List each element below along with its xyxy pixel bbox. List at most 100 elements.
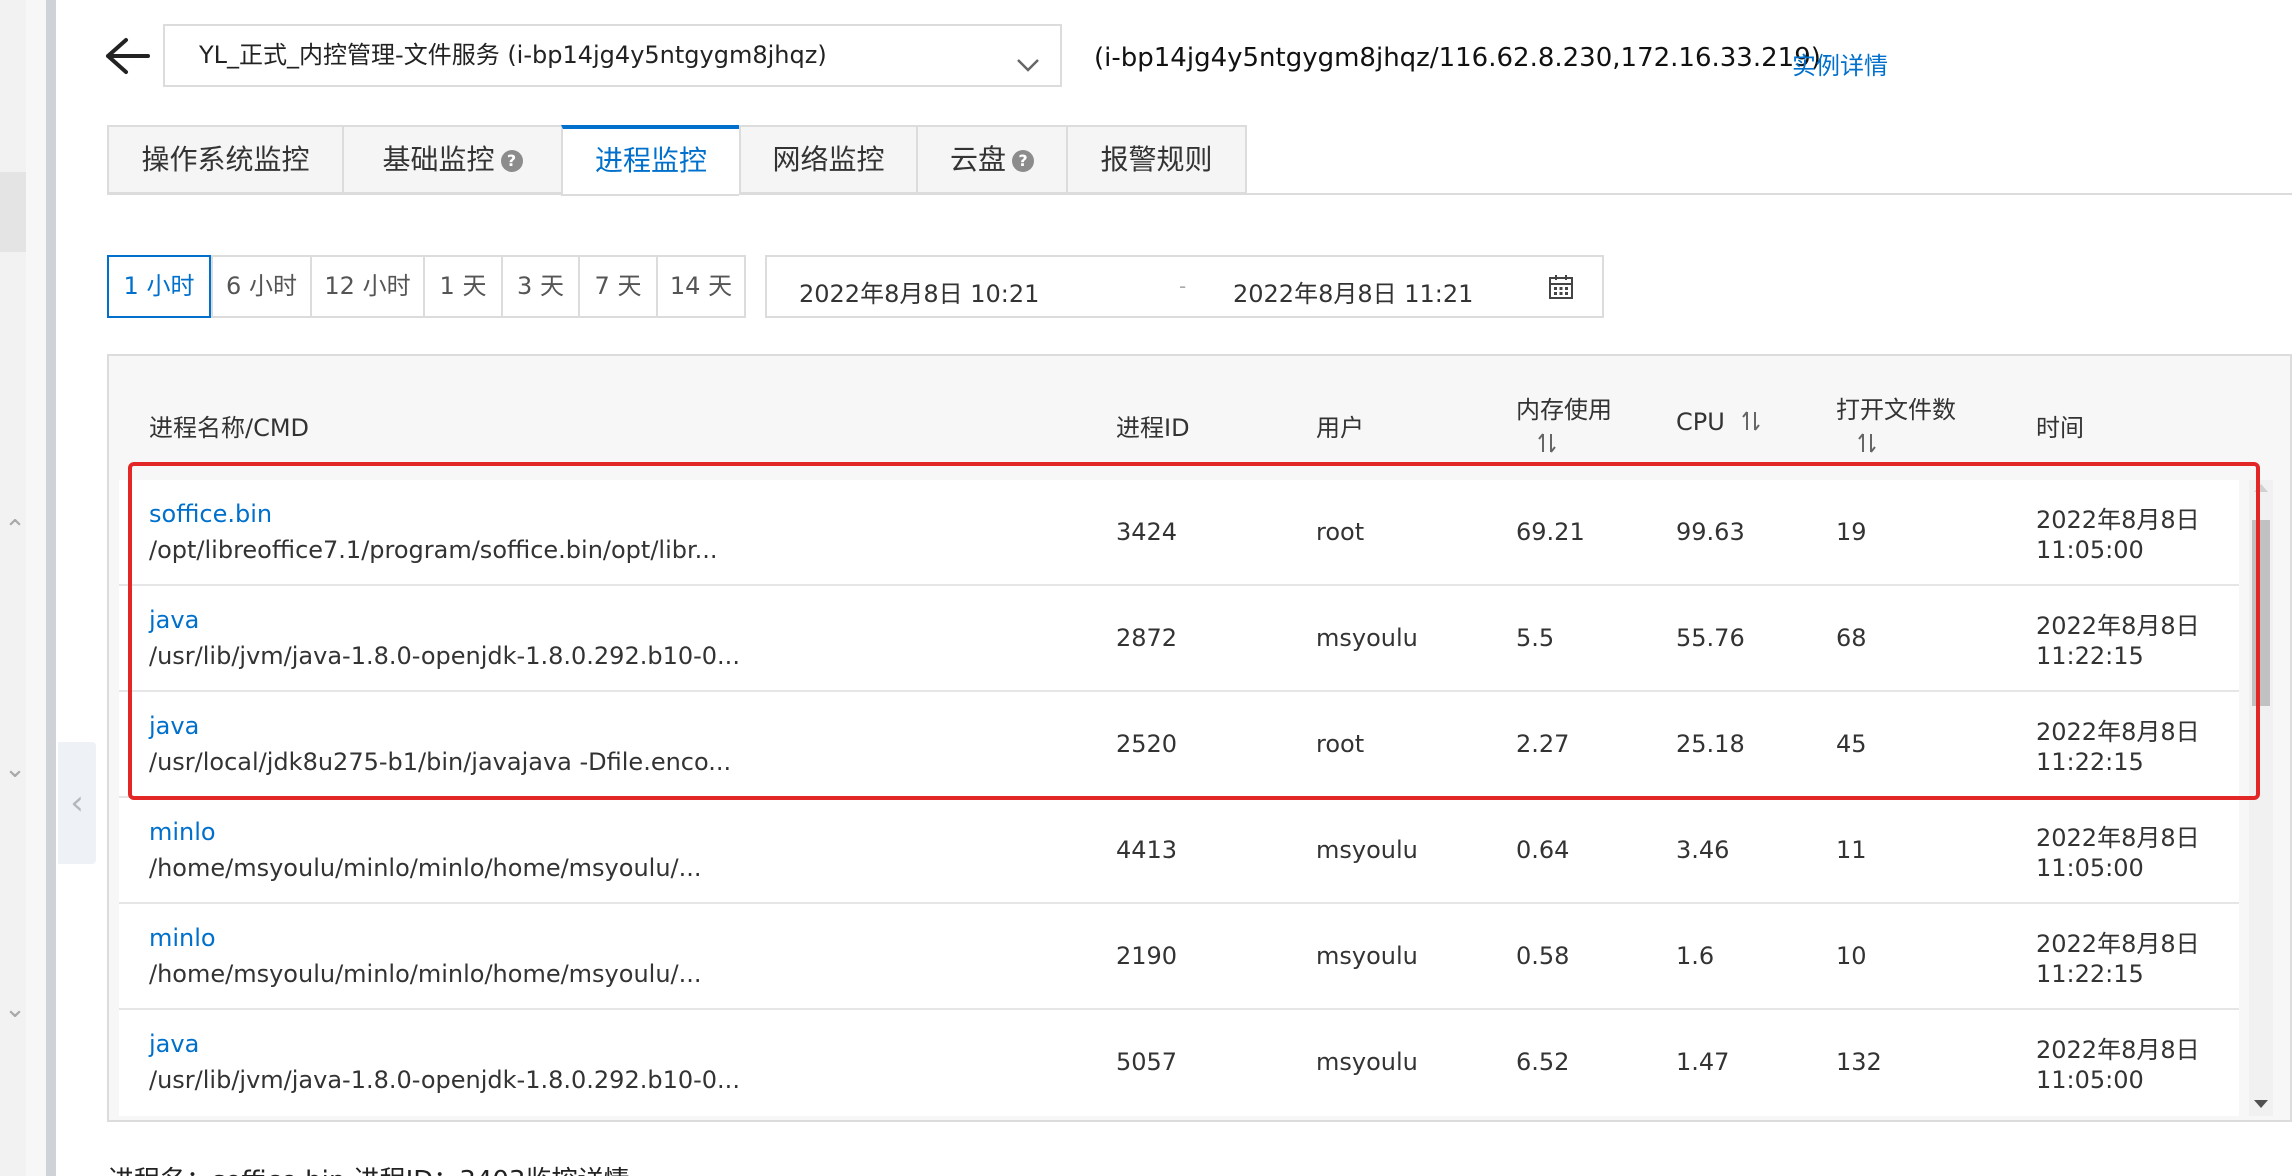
process-user: msyoulu — [1316, 1048, 1418, 1076]
process-table: 进程名称/CMD 进程ID 用户 内存使用 CPU 打开文件数 时间 soffi… — [107, 354, 2292, 1122]
table-row[interactable]: java /usr/lib/jvm/java-1.8.0-openjdk-1.8… — [119, 586, 2239, 692]
process-user: root — [1316, 730, 1365, 758]
process-detail-heading: 进程名：soffice.bin 进程ID：3403监控详情 — [108, 1160, 629, 1176]
process-date: 2022年8月8日 — [2036, 612, 2200, 640]
process-time: 11:22:15 — [2036, 748, 2144, 776]
process-date: 2022年8月8日 — [2036, 930, 2200, 958]
process-cmd: /usr/lib/jvm/java-1.8.0-openjdk-1.8.0.29… — [149, 642, 740, 670]
process-files: 45 — [1836, 730, 1867, 758]
help-icon[interactable]: ? — [500, 150, 523, 172]
process-cpu: 1.6 — [1676, 942, 1715, 970]
process-cmd: /usr/lib/jvm/java-1.8.0-openjdk-1.8.0.29… — [149, 1066, 740, 1094]
process-files: 68 — [1836, 624, 1867, 652]
process-user: msyoulu — [1316, 942, 1418, 970]
process-cpu: 1.47 — [1676, 1048, 1730, 1076]
nav-divider — [46, 0, 56, 1176]
range-12-hours[interactable]: 12 小时 — [310, 255, 423, 318]
process-cpu: 55.76 — [1676, 624, 1745, 652]
tab-alarm-rules[interactable]: 报警规则 — [1066, 125, 1247, 194]
process-cpu: 25.18 — [1676, 730, 1745, 758]
process-mem: 69.21 — [1516, 518, 1585, 546]
chevron-down-icon[interactable]: ⌄ — [2, 756, 28, 782]
range-7-days[interactable]: 7 天 — [578, 255, 656, 318]
calendar-icon[interactable] — [1548, 274, 1574, 300]
nav-selected-item[interactable] — [0, 172, 26, 252]
tab-os-monitor[interactable]: 操作系统监控 — [107, 125, 342, 194]
process-name-link[interactable]: java — [149, 606, 199, 634]
instance-select[interactable]: YL_正式_内控管理-文件服务 (i-bp14jg4y5ntgygm8jhqz) — [163, 24, 1062, 87]
process-date: 2022年8月8日 — [2036, 1036, 2200, 1064]
process-files: 19 — [1836, 518, 1867, 546]
process-cmd: /usr/local/jdk8u275-b1/bin/javajava -Dfi… — [149, 748, 732, 776]
chevron-down-icon[interactable]: ⌄ — [2, 996, 28, 1022]
tab-cloud-disk[interactable]: 云盘? — [916, 125, 1066, 194]
date-range-picker[interactable]: 2022年8月8日 10:21 - 2022年8月8日 11:21 — [765, 255, 1604, 318]
process-pid: 2520 — [1116, 730, 1178, 758]
table-body: soffice.bin /opt/libreoffice7.1/program/… — [119, 480, 2239, 1116]
process-name-link[interactable]: java — [149, 1030, 199, 1058]
help-icon[interactable]: ? — [1012, 150, 1034, 172]
date-range-end: 2022年8月8日 11:21 — [1233, 280, 1474, 308]
process-name-link[interactable]: minlo — [149, 924, 216, 952]
range-1-day[interactable]: 1 天 — [423, 255, 501, 318]
left-nav-strip: ⌃ ⌄ ⌄ — [0, 0, 56, 1176]
process-time: 11:22:15 — [2036, 642, 2144, 670]
process-time: 11:05:00 — [2036, 536, 2144, 564]
table-header: 进程名称/CMD 进程ID 用户 内存使用 CPU 打开文件数 时间 — [109, 356, 2292, 478]
process-mem: 0.64 — [1516, 836, 1570, 864]
process-user: msyoulu — [1316, 624, 1418, 652]
tab-basic-monitor[interactable]: 基础监控? — [342, 125, 561, 194]
tab-process-monitor[interactable]: 进程监控 — [561, 125, 739, 196]
sort-icon[interactable] — [1741, 410, 1761, 432]
process-name-link[interactable]: minlo — [149, 818, 216, 846]
process-pid: 4413 — [1116, 836, 1178, 864]
table-row[interactable]: java /usr/lib/jvm/java-1.8.0-openjdk-1.8… — [119, 1010, 2239, 1116]
sort-icon[interactable] — [1857, 432, 1877, 454]
range-1-hour[interactable]: 1 小时 — [107, 255, 211, 318]
process-cmd: /home/msyoulu/minlo/minlo/home/msyoulu/.… — [149, 854, 702, 882]
col-header-user: 用户 — [1316, 414, 1364, 442]
table-row[interactable]: minlo /home/msyoulu/minlo/minlo/home/msy… — [119, 798, 2239, 904]
process-cpu: 3.46 — [1676, 836, 1730, 864]
process-date: 2022年8月8日 — [2036, 718, 2200, 746]
process-mem: 6.52 — [1516, 1048, 1570, 1076]
monitor-tabs: 操作系统监控 基础监控? 进程监控 网络监控 云盘? 报警规则 — [107, 125, 1247, 196]
scroll-thumb[interactable] — [2252, 520, 2270, 706]
process-pid: 3424 — [1116, 518, 1178, 546]
process-mem: 2.27 — [1516, 730, 1570, 758]
range-14-days[interactable]: 14 天 — [656, 255, 746, 318]
back-arrow-icon[interactable] — [104, 34, 152, 78]
scroll-up-icon[interactable] — [2254, 484, 2268, 492]
process-pid: 2872 — [1116, 624, 1178, 652]
process-cmd: /home/msyoulu/minlo/minlo/home/msyoulu/.… — [149, 960, 702, 988]
tab-network-monitor[interactable]: 网络监控 — [739, 125, 916, 194]
process-name-link[interactable]: java — [149, 712, 199, 740]
instance-select-value: YL_正式_内控管理-文件服务 (i-bp14jg4y5ntgygm8jhqz) — [199, 41, 827, 69]
table-row[interactable]: java /usr/local/jdk8u275-b1/bin/javajava… — [119, 692, 2239, 798]
chevron-up-icon[interactable]: ⌃ — [2, 517, 28, 543]
col-header-cpu: CPU — [1676, 408, 1725, 436]
process-time: 11:05:00 — [2036, 1066, 2144, 1094]
table-row[interactable]: soffice.bin /opt/libreoffice7.1/program/… — [119, 480, 2239, 586]
instance-info: (i-bp14jg4y5ntgygm8jhqz/116.62.8.230,172… — [1094, 43, 1821, 73]
range-6-hours[interactable]: 6 小时 — [211, 255, 310, 318]
process-mem: 0.58 — [1516, 942, 1570, 970]
table-row[interactable]: minlo /home/msyoulu/minlo/minlo/home/msy… — [119, 904, 2239, 1010]
range-3-days[interactable]: 3 天 — [501, 255, 578, 318]
col-header-files: 打开文件数 — [1836, 396, 1956, 424]
table-scrollbar[interactable] — [2249, 480, 2273, 1116]
process-time: 11:05:00 — [2036, 854, 2144, 882]
col-header-time: 时间 — [2036, 414, 2084, 442]
scroll-down-icon[interactable] — [2254, 1100, 2268, 1108]
process-date: 2022年8月8日 — [2036, 506, 2200, 534]
process-time: 11:22:15 — [2036, 960, 2144, 988]
chevron-down-icon — [1014, 42, 1042, 72]
process-name-link[interactable]: soffice.bin — [149, 500, 272, 528]
instance-details-link[interactable]: 实例详情 — [1792, 46, 1888, 81]
col-header-mem: 内存使用 — [1516, 396, 1612, 424]
collapse-left-icon[interactable]: ‹ — [58, 742, 96, 864]
process-user: msyoulu — [1316, 836, 1418, 864]
process-cpu: 99.63 — [1676, 518, 1745, 546]
process-files: 10 — [1836, 942, 1867, 970]
sort-icon[interactable] — [1537, 432, 1557, 454]
